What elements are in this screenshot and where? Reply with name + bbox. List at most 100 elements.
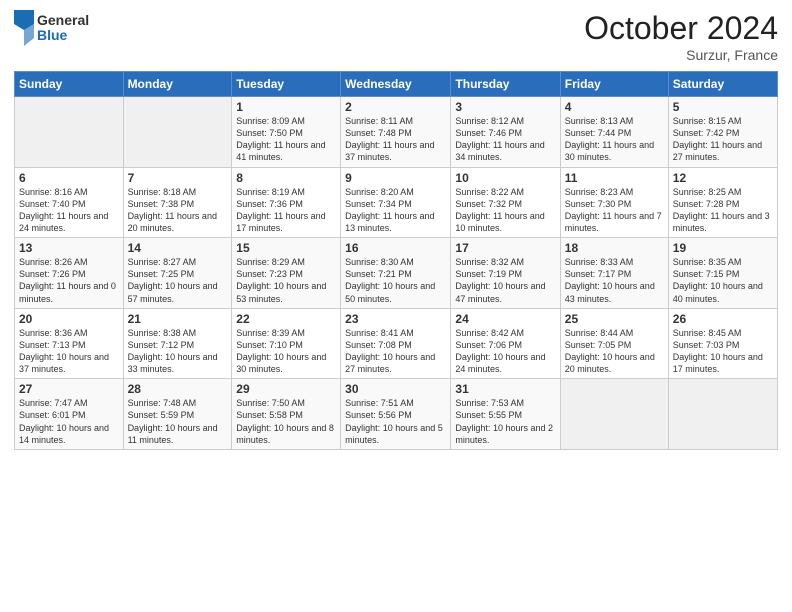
col-thursday: Thursday xyxy=(451,72,560,97)
day-info: Sunrise: 8:39 AMSunset: 7:10 PMDaylight:… xyxy=(236,327,336,376)
day-number: 20 xyxy=(19,312,119,326)
day-info: Sunrise: 8:19 AMSunset: 7:36 PMDaylight:… xyxy=(236,186,336,235)
calendar-cell: 14Sunrise: 8:27 AMSunset: 7:25 PMDayligh… xyxy=(123,238,232,309)
calendar-cell: 5Sunrise: 8:15 AMSunset: 7:42 PMDaylight… xyxy=(668,97,777,168)
calendar-cell: 21Sunrise: 8:38 AMSunset: 7:12 PMDayligh… xyxy=(123,308,232,379)
calendar-cell: 2Sunrise: 8:11 AMSunset: 7:48 PMDaylight… xyxy=(341,97,451,168)
day-number: 17 xyxy=(455,241,555,255)
day-number: 28 xyxy=(128,382,228,396)
day-number: 22 xyxy=(236,312,336,326)
day-number: 2 xyxy=(345,100,446,114)
day-number: 1 xyxy=(236,100,336,114)
calendar-week-row: 20Sunrise: 8:36 AMSunset: 7:13 PMDayligh… xyxy=(15,308,778,379)
day-info: Sunrise: 8:25 AMSunset: 7:28 PMDaylight:… xyxy=(673,186,773,235)
day-number: 24 xyxy=(455,312,555,326)
day-info: Sunrise: 8:32 AMSunset: 7:19 PMDaylight:… xyxy=(455,256,555,305)
calendar-table: Sunday Monday Tuesday Wednesday Thursday… xyxy=(14,71,778,450)
calendar-cell: 25Sunrise: 8:44 AMSunset: 7:05 PMDayligh… xyxy=(560,308,668,379)
logo-blue-text: Blue xyxy=(37,28,89,43)
day-info: Sunrise: 8:18 AMSunset: 7:38 PMDaylight:… xyxy=(128,186,228,235)
day-number: 4 xyxy=(565,100,664,114)
calendar-week-row: 27Sunrise: 7:47 AMSunset: 6:01 PMDayligh… xyxy=(15,379,778,450)
calendar-cell: 10Sunrise: 8:22 AMSunset: 7:32 PMDayligh… xyxy=(451,167,560,238)
day-number: 9 xyxy=(345,171,446,185)
day-info: Sunrise: 8:22 AMSunset: 7:32 PMDaylight:… xyxy=(455,186,555,235)
calendar-cell: 7Sunrise: 8:18 AMSunset: 7:38 PMDaylight… xyxy=(123,167,232,238)
calendar-cell: 30Sunrise: 7:51 AMSunset: 5:56 PMDayligh… xyxy=(341,379,451,450)
day-info: Sunrise: 7:51 AMSunset: 5:56 PMDaylight:… xyxy=(345,397,446,446)
calendar-cell: 12Sunrise: 8:25 AMSunset: 7:28 PMDayligh… xyxy=(668,167,777,238)
calendar-cell: 26Sunrise: 8:45 AMSunset: 7:03 PMDayligh… xyxy=(668,308,777,379)
col-monday: Monday xyxy=(123,72,232,97)
calendar-cell xyxy=(15,97,124,168)
day-number: 13 xyxy=(19,241,119,255)
day-info: Sunrise: 8:23 AMSunset: 7:30 PMDaylight:… xyxy=(565,186,664,235)
day-info: Sunrise: 8:33 AMSunset: 7:17 PMDaylight:… xyxy=(565,256,664,305)
day-info: Sunrise: 8:36 AMSunset: 7:13 PMDaylight:… xyxy=(19,327,119,376)
day-info: Sunrise: 7:47 AMSunset: 6:01 PMDaylight:… xyxy=(19,397,119,446)
day-number: 14 xyxy=(128,241,228,255)
day-info: Sunrise: 8:41 AMSunset: 7:08 PMDaylight:… xyxy=(345,327,446,376)
calendar-week-row: 1Sunrise: 8:09 AMSunset: 7:50 PMDaylight… xyxy=(15,97,778,168)
calendar-cell: 3Sunrise: 8:12 AMSunset: 7:46 PMDaylight… xyxy=(451,97,560,168)
day-number: 6 xyxy=(19,171,119,185)
col-sunday: Sunday xyxy=(15,72,124,97)
calendar-cell xyxy=(668,379,777,450)
day-info: Sunrise: 8:13 AMSunset: 7:44 PMDaylight:… xyxy=(565,115,664,164)
day-info: Sunrise: 8:38 AMSunset: 7:12 PMDaylight:… xyxy=(128,327,228,376)
day-info: Sunrise: 8:09 AMSunset: 7:50 PMDaylight:… xyxy=(236,115,336,164)
calendar-cell: 15Sunrise: 8:29 AMSunset: 7:23 PMDayligh… xyxy=(232,238,341,309)
days-header-row: Sunday Monday Tuesday Wednesday Thursday… xyxy=(15,72,778,97)
day-number: 31 xyxy=(455,382,555,396)
calendar-cell: 19Sunrise: 8:35 AMSunset: 7:15 PMDayligh… xyxy=(668,238,777,309)
day-info: Sunrise: 8:26 AMSunset: 7:26 PMDaylight:… xyxy=(19,256,119,305)
calendar-cell: 4Sunrise: 8:13 AMSunset: 7:44 PMDaylight… xyxy=(560,97,668,168)
col-saturday: Saturday xyxy=(668,72,777,97)
col-tuesday: Tuesday xyxy=(232,72,341,97)
day-number: 8 xyxy=(236,171,336,185)
calendar-cell: 31Sunrise: 7:53 AMSunset: 5:55 PMDayligh… xyxy=(451,379,560,450)
day-number: 7 xyxy=(128,171,228,185)
day-info: Sunrise: 8:27 AMSunset: 7:25 PMDaylight:… xyxy=(128,256,228,305)
day-info: Sunrise: 8:29 AMSunset: 7:23 PMDaylight:… xyxy=(236,256,336,305)
day-number: 18 xyxy=(565,241,664,255)
day-number: 30 xyxy=(345,382,446,396)
col-wednesday: Wednesday xyxy=(341,72,451,97)
day-info: Sunrise: 8:42 AMSunset: 7:06 PMDaylight:… xyxy=(455,327,555,376)
calendar-cell: 6Sunrise: 8:16 AMSunset: 7:40 PMDaylight… xyxy=(15,167,124,238)
calendar-cell: 18Sunrise: 8:33 AMSunset: 7:17 PMDayligh… xyxy=(560,238,668,309)
header: General Blue October 2024 Surzur, France xyxy=(14,10,778,63)
day-number: 23 xyxy=(345,312,446,326)
day-number: 26 xyxy=(673,312,773,326)
calendar-cell: 1Sunrise: 8:09 AMSunset: 7:50 PMDaylight… xyxy=(232,97,341,168)
page-container: General Blue October 2024 Surzur, France… xyxy=(0,0,792,460)
day-info: Sunrise: 8:11 AMSunset: 7:48 PMDaylight:… xyxy=(345,115,446,164)
calendar-cell: 27Sunrise: 7:47 AMSunset: 6:01 PMDayligh… xyxy=(15,379,124,450)
calendar-cell: 22Sunrise: 8:39 AMSunset: 7:10 PMDayligh… xyxy=(232,308,341,379)
day-number: 16 xyxy=(345,241,446,255)
day-info: Sunrise: 8:20 AMSunset: 7:34 PMDaylight:… xyxy=(345,186,446,235)
day-info: Sunrise: 7:53 AMSunset: 5:55 PMDaylight:… xyxy=(455,397,555,446)
calendar-week-row: 13Sunrise: 8:26 AMSunset: 7:26 PMDayligh… xyxy=(15,238,778,309)
day-number: 27 xyxy=(19,382,119,396)
calendar-cell: 29Sunrise: 7:50 AMSunset: 5:58 PMDayligh… xyxy=(232,379,341,450)
day-number: 5 xyxy=(673,100,773,114)
calendar-cell: 23Sunrise: 8:41 AMSunset: 7:08 PMDayligh… xyxy=(341,308,451,379)
calendar-cell: 11Sunrise: 8:23 AMSunset: 7:30 PMDayligh… xyxy=(560,167,668,238)
day-number: 11 xyxy=(565,171,664,185)
calendar-cell: 28Sunrise: 7:48 AMSunset: 5:59 PMDayligh… xyxy=(123,379,232,450)
location: Surzur, France xyxy=(584,47,778,63)
day-number: 29 xyxy=(236,382,336,396)
title-block: October 2024 Surzur, France xyxy=(584,10,778,63)
day-number: 15 xyxy=(236,241,336,255)
calendar-cell: 8Sunrise: 8:19 AMSunset: 7:36 PMDaylight… xyxy=(232,167,341,238)
calendar-cell: 17Sunrise: 8:32 AMSunset: 7:19 PMDayligh… xyxy=(451,238,560,309)
calendar-cell: 13Sunrise: 8:26 AMSunset: 7:26 PMDayligh… xyxy=(15,238,124,309)
day-info: Sunrise: 8:30 AMSunset: 7:21 PMDaylight:… xyxy=(345,256,446,305)
day-info: Sunrise: 8:44 AMSunset: 7:05 PMDaylight:… xyxy=(565,327,664,376)
col-friday: Friday xyxy=(560,72,668,97)
day-number: 12 xyxy=(673,171,773,185)
day-number: 3 xyxy=(455,100,555,114)
calendar-cell xyxy=(560,379,668,450)
day-number: 10 xyxy=(455,171,555,185)
